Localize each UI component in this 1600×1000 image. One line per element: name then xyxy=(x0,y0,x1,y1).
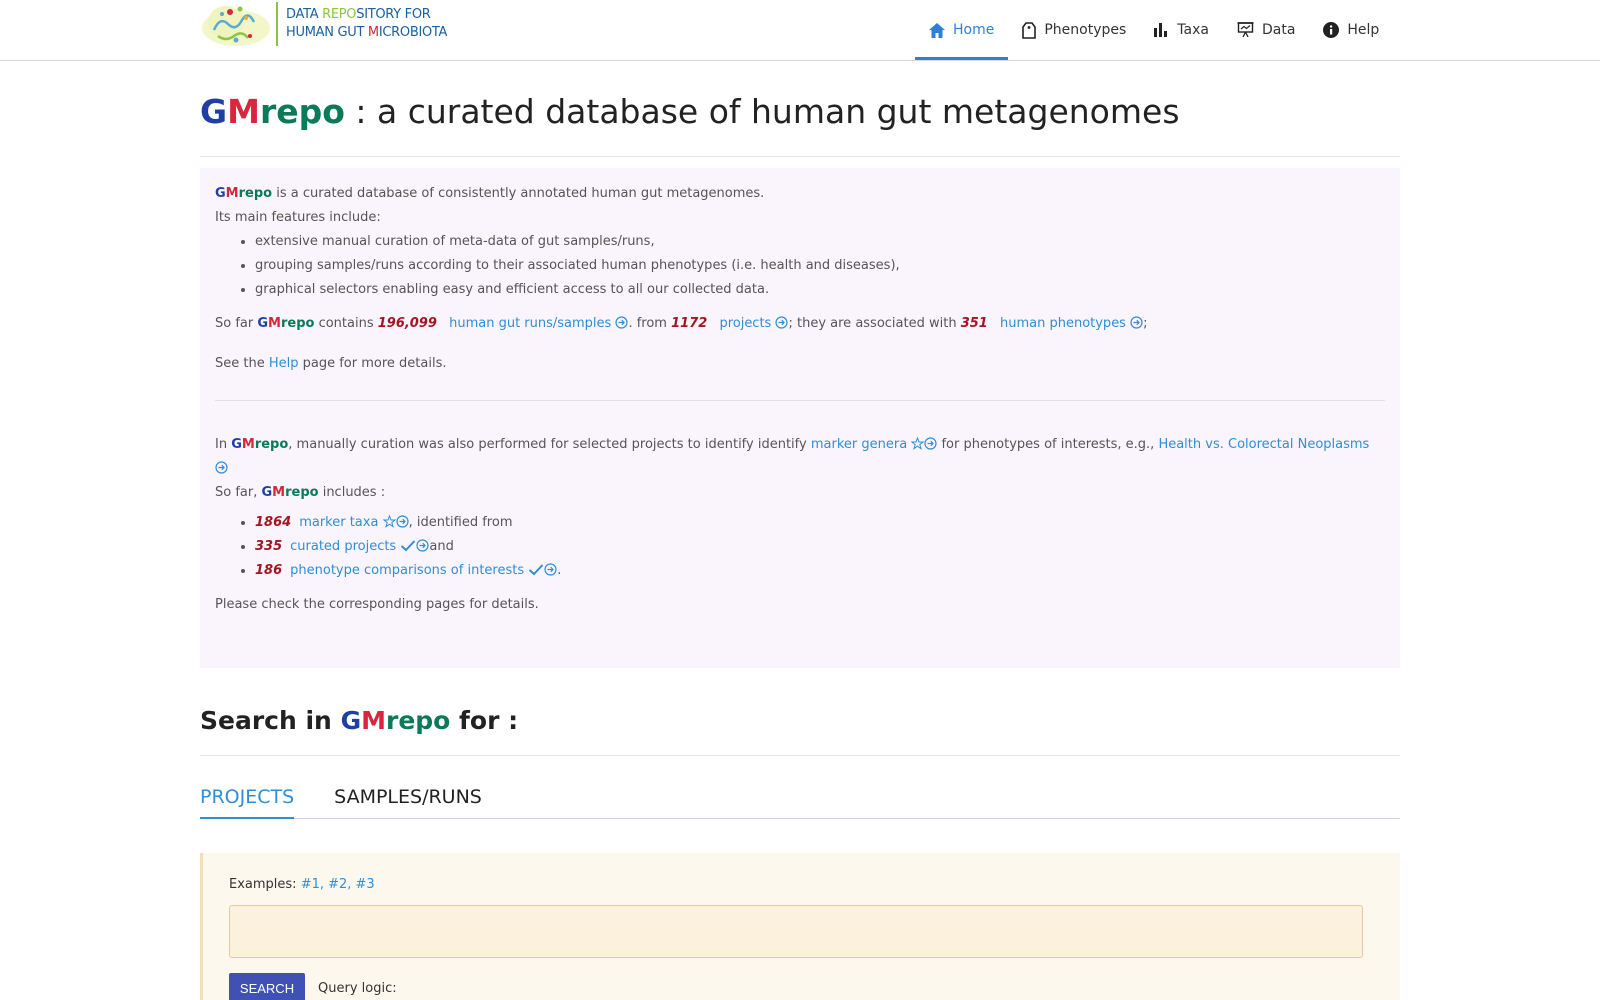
site-logo[interactable]: DATA REPOSITORY FOR HUMAN GUT MICROBIOTA xyxy=(200,0,447,48)
check-icon xyxy=(401,540,416,552)
logo-line-2: HUMAN GUT MICROBIOTA xyxy=(286,25,448,40)
phenotypes-count: 351 xyxy=(960,316,988,331)
info-icon xyxy=(1323,22,1340,38)
tab-projects[interactable]: PROJECTS xyxy=(200,786,295,819)
phenotypes-link[interactable]: human phenotypes xyxy=(1000,316,1143,331)
nav-taxa-label: Taxa xyxy=(1177,22,1209,38)
bar-chart-icon xyxy=(1154,23,1168,37)
examples-links[interactable]: #1, #2, #3 xyxy=(301,877,375,892)
comparisons-link[interactable]: phenotype comparisons of interests xyxy=(290,563,557,578)
nav-data[interactable]: Data xyxy=(1223,0,1309,60)
circle-arrow-icon xyxy=(1130,316,1143,329)
brand-name: GMrepo xyxy=(200,92,345,131)
circle-arrow-icon xyxy=(416,539,429,552)
brand-name: GMrepo xyxy=(257,316,315,331)
nav-help[interactable]: Help xyxy=(1309,0,1393,60)
brand-name: GMrepo xyxy=(340,706,451,735)
comparisons-count: 186 xyxy=(255,563,283,578)
circle-arrow-icon xyxy=(215,461,228,474)
list-item: extensive manual curation of meta-data o… xyxy=(255,230,1385,254)
search-tabs: PROJECTS SAMPLES/RUNS xyxy=(200,786,1400,819)
projects-link[interactable]: projects xyxy=(719,316,789,331)
marker-taxa-link[interactable]: marker taxa xyxy=(299,515,409,530)
markers-description: In GMrepo, manually curation was also pe… xyxy=(215,433,1385,481)
circle-arrow-icon xyxy=(924,437,937,450)
marker-taxa-count: 1864 xyxy=(255,515,292,530)
nav-taxa[interactable]: Taxa xyxy=(1140,0,1223,60)
check-icon xyxy=(529,564,544,576)
help-link[interactable]: Help xyxy=(269,356,299,371)
top-navbar: DATA REPOSITORY FOR HUMAN GUT MICROBIOTA… xyxy=(0,0,1600,61)
search-divider xyxy=(200,755,1400,756)
list-item: grouping samples/runs according to their… xyxy=(255,254,1385,278)
page-title: GMrepo : a curated database of human gut… xyxy=(200,92,1180,131)
circle-arrow-icon xyxy=(615,316,629,329)
tag-icon xyxy=(1022,21,1037,39)
brand-name: GMrepo xyxy=(215,186,273,201)
list-item: 186phenotype comparisons of interests . xyxy=(255,559,1385,583)
nav-data-label: Data xyxy=(1261,22,1296,38)
star-icon xyxy=(382,515,396,528)
intro-description: GMrepo is a curated database of consiste… xyxy=(215,186,765,201)
tab-samples-runs[interactable]: SAMPLES/RUNS xyxy=(334,786,482,819)
projects-count: 1172 xyxy=(671,316,708,331)
search-panel: Examples: #1, #2, #3 SEARCH Query logic: xyxy=(200,853,1400,1000)
query-logic-label: Query logic: xyxy=(318,981,397,996)
logo-line-1: DATA REPOSITORY FOR xyxy=(286,7,431,22)
nav-help-label: Help xyxy=(1347,22,1380,38)
logo-divider xyxy=(276,2,278,46)
query-input[interactable] xyxy=(229,905,1363,958)
markers-list: 1864marker taxa , identified from 335cur… xyxy=(255,511,1385,583)
marker-genera-link[interactable]: marker genera xyxy=(811,437,937,452)
search-button[interactable]: SEARCH xyxy=(229,973,305,1000)
presentation-icon xyxy=(1237,22,1254,38)
panel-divider xyxy=(215,400,1385,401)
curated-projects-count: 335 xyxy=(255,539,283,554)
list-item: 335curated projects and xyxy=(255,535,1385,559)
brand-name: GMrepo xyxy=(231,437,289,452)
circle-arrow-icon xyxy=(395,515,409,528)
microbiota-logo-icon xyxy=(200,0,272,48)
list-item: graphical selectors enabling easy and ef… xyxy=(255,278,1385,302)
circle-arrow-icon xyxy=(544,563,557,576)
nav-phenotypes[interactable]: Phenotypes xyxy=(1008,0,1140,60)
help-line: See the Help page for more details. xyxy=(215,356,447,371)
info-panel: GMrepo is a curated database of consiste… xyxy=(200,168,1400,668)
markers-footer: Please check the corresponding pages for… xyxy=(215,597,539,612)
nav-home-label: Home xyxy=(953,22,995,38)
stats-line: So far GMrepo contains 196,099 human gut… xyxy=(215,316,1148,331)
page-title-suffix: : a curated database of human gut metage… xyxy=(344,92,1180,131)
nav-home[interactable]: Home xyxy=(915,0,1009,60)
home-icon xyxy=(929,22,945,38)
list-item: 1864marker taxa , identified from xyxy=(255,511,1385,535)
runs-count: 196,099 xyxy=(377,316,437,331)
features-list: extensive manual curation of meta-data o… xyxy=(255,230,1385,302)
main-nav: Home Phenotypes Taxa Data Help xyxy=(915,0,1393,60)
nav-phenotypes-label: Phenotypes xyxy=(1044,22,1127,38)
curated-projects-link[interactable]: curated projects xyxy=(290,539,429,554)
runs-link[interactable]: human gut runs/samples xyxy=(449,316,629,331)
features-heading: Its main features include: xyxy=(215,210,381,225)
title-divider xyxy=(200,156,1400,157)
markers-summary: So far, GMrepo includes : xyxy=(215,485,386,500)
search-title: Search in GMrepo for : xyxy=(200,706,519,735)
brand-name: GMrepo xyxy=(261,485,319,500)
star-icon xyxy=(911,437,925,450)
logo-text: DATA REPOSITORY FOR HUMAN GUT MICROBIOTA xyxy=(286,6,447,42)
examples-line: Examples: #1, #2, #3 xyxy=(229,877,375,892)
circle-arrow-icon xyxy=(775,316,789,329)
